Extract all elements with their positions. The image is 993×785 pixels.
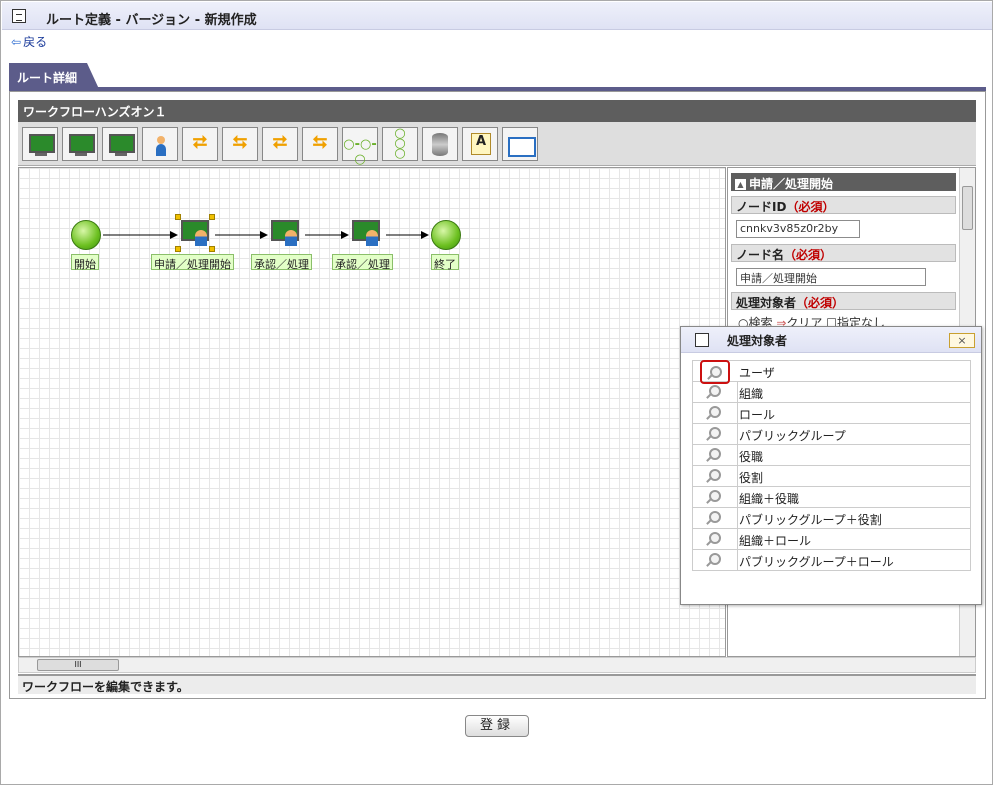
branch-icon[interactable]: ⮂ — [262, 127, 298, 161]
merge-icon[interactable]: ⮀ — [222, 127, 258, 161]
list-item[interactable]: パブリックグループ — [692, 424, 971, 445]
selection-handle[interactable] — [209, 246, 215, 252]
node-label: 申請／処理開始 — [151, 254, 234, 271]
magnifier-icon[interactable] — [693, 382, 738, 402]
status-bar: ワークフローを編集できます。 — [18, 674, 976, 694]
node-label: 承認／処理 — [251, 254, 312, 271]
node-id-field[interactable]: cnnkv3v85z0r2by — [736, 220, 860, 238]
node-name-field[interactable]: 申請／処理開始 — [736, 268, 926, 286]
list-item[interactable]: パブリックグループ＋役割 — [692, 508, 971, 529]
selection-handle[interactable] — [175, 246, 181, 252]
magnifier-icon[interactable] — [693, 550, 738, 570]
task-icon[interactable] — [62, 127, 98, 161]
list-item-label[interactable]: ロール — [739, 406, 775, 423]
node-label: 承認／処理 — [332, 254, 393, 271]
list-item[interactable]: 役割 — [692, 466, 971, 487]
list-item-label[interactable]: ユーザ — [739, 364, 775, 381]
close-button[interactable]: × — [949, 333, 975, 348]
start-node[interactable] — [71, 220, 101, 250]
properties-title: 申請／処理開始 — [749, 177, 834, 191]
task-node[interactable] — [271, 218, 301, 248]
magnifier-icon[interactable] — [693, 508, 738, 528]
monitor-icon[interactable] — [102, 127, 138, 161]
target-type-list: ユーザ組織ロールパブリックグループ 役職役割組織＋役職パブリックグループ＋役割 組織… — [692, 360, 971, 571]
scroll-thumb[interactable] — [962, 186, 973, 230]
selection-handle[interactable] — [209, 214, 215, 220]
connector-icon[interactable]: ○-○-○ — [342, 127, 378, 167]
node-label: 終了 — [431, 254, 459, 271]
list-item[interactable]: 役職 — [692, 445, 971, 466]
list-item-label[interactable]: パブリックグループ＋ロール — [739, 553, 894, 570]
list-item[interactable]: パブリックグループ＋ロール — [692, 550, 971, 571]
document-icon — [12, 9, 26, 23]
list-item-label[interactable]: パブリックグループ＋役割 — [739, 511, 882, 528]
workflow-name: ワークフローハンズオン１ — [18, 100, 976, 122]
node-toolbar: ⮂ ⮀ ⮂ ⮀ ○-○-○ ○ ○ ○ — [18, 122, 976, 167]
back-arrow-icon: ⇦ — [11, 35, 22, 49]
list-item[interactable]: 組織 — [692, 382, 971, 403]
window-icon[interactable] — [502, 127, 538, 161]
tab-route-detail[interactable]: ルート詳細 — [9, 63, 99, 89]
magnifier-icon[interactable] — [693, 529, 738, 549]
title-bar: ルート定義 - バージョン - 新規作成 — [2, 2, 992, 30]
task-node[interactable] — [181, 218, 211, 248]
properties-header[interactable]: ▲ 申請／処理開始 — [731, 173, 956, 191]
database-icon[interactable] — [422, 127, 458, 161]
page-frame: ルート定義 - バージョン - 新規作成 ⇦ 戻る ルート詳細 ワークフローハンズ… — [0, 0, 993, 785]
magnifier-icon[interactable] — [693, 445, 738, 465]
end-node[interactable] — [431, 220, 461, 250]
magnifier-icon[interactable] — [700, 360, 730, 384]
list-item-label[interactable]: 役職 — [739, 448, 763, 465]
popup-header: 処理対象者 × — [681, 327, 981, 353]
target-popup: 処理対象者 × ユーザ組織ロールパブリックグループ 役職役割組織＋役職パブリックグ… — [680, 326, 982, 605]
text-icon[interactable] — [462, 127, 498, 161]
list-item-label[interactable]: パブリックグループ — [739, 427, 846, 444]
collapse-icon[interactable]: ▲ — [735, 179, 746, 190]
target-label: 処理対象者（必須） — [731, 292, 956, 310]
list-item[interactable]: 組織＋役職 — [692, 487, 971, 508]
list-item-label[interactable]: 組織＋役職 — [739, 490, 799, 507]
magnifier-icon[interactable] — [693, 424, 738, 444]
branch-icon[interactable]: ⮂ — [182, 127, 218, 161]
node-name-label: ノード名（必須） — [731, 244, 956, 262]
node-label: 開始 — [71, 254, 99, 271]
merge-icon[interactable]: ⮀ — [302, 127, 338, 161]
document-icon — [695, 333, 709, 347]
page-title: ルート定義 - バージョン - 新規作成 — [46, 13, 257, 28]
magnifier-icon[interactable] — [693, 466, 738, 486]
workflow-canvas[interactable]: 開始 申請／処理開始 承認／処理 承認／処理 終了 — [18, 167, 726, 657]
list-item[interactable]: 組織＋ロール — [692, 529, 971, 550]
list-item[interactable]: ロール — [692, 403, 971, 424]
magnifier-icon[interactable] — [693, 487, 738, 507]
list-item[interactable]: ユーザ — [692, 360, 971, 384]
vertical-connector-icon[interactable]: ○ ○ ○ — [382, 127, 418, 161]
tab-bar: ルート詳細 — [9, 63, 986, 91]
node-id-label: ノードID（必須） — [731, 196, 956, 214]
back-label: 戻る — [23, 35, 48, 49]
task-icon[interactable] — [22, 127, 58, 161]
scroll-thumb[interactable]: III — [37, 659, 119, 671]
user-icon[interactable] — [142, 127, 178, 161]
register-button[interactable]: 登録 — [465, 715, 529, 737]
horizontal-scrollbar[interactable]: III — [18, 657, 976, 673]
list-item-label[interactable]: 役割 — [739, 469, 763, 486]
popup-title: 処理対象者 — [727, 334, 788, 348]
list-item-label[interactable]: 組織＋ロール — [739, 532, 811, 549]
selection-handle[interactable] — [175, 214, 181, 220]
magnifier-icon[interactable] — [693, 403, 738, 423]
task-node[interactable] — [352, 218, 382, 248]
list-item-label[interactable]: 組織 — [739, 385, 763, 402]
back-link[interactable]: ⇦ 戻る — [11, 33, 47, 50]
